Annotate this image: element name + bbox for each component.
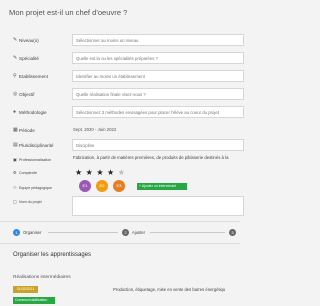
step-number-3: 3 <box>231 230 234 235</box>
star-icon[interactable]: ★ <box>118 168 129 177</box>
star-icon[interactable]: ★ <box>86 168 97 177</box>
objectif-label: Objectif <box>19 91 35 97</box>
project-description: Fabrication, à partir de matières premiè… <box>73 155 229 160</box>
star-icon[interactable]: ★ <box>75 168 86 177</box>
avatar[interactable]: E3 <box>113 180 125 192</box>
step-number-2: 2 <box>124 230 127 235</box>
page-title: Mon projet est-il un chef d'oeuvre ? <box>9 8 128 17</box>
add-member-label: Ajouter un intervenant <box>141 184 177 188</box>
specialite-label: Spécialité <box>19 55 39 61</box>
professionnalisation-label: Professionnalisation <box>19 157 52 162</box>
complexite-label-row: ⚙ Complexité <box>13 170 37 175</box>
step-circle-2[interactable]: 2 <box>122 229 129 236</box>
section-heading: Organiser les apprentissages <box>13 252 92 258</box>
professionnalisation-label-row: ▣ Professionnalisation <box>13 157 51 162</box>
etablissement-label: Etablissement <box>19 73 48 79</box>
step-connector <box>48 232 118 233</box>
specialite-input[interactable]: Quelle est la ou les spécialités préparé… <box>72 52 244 64</box>
step-circle-3[interactable]: 3 <box>229 229 236 236</box>
project-name-input[interactable] <box>72 196 244 216</box>
methodologie-select[interactable]: Sélectionnez 3 méthodes envisagées pour … <box>72 106 244 118</box>
periode-row: ▦ Période Sept. 2020 - Juin 2022 <box>0 124 240 138</box>
competence-badge[interactable]: Communicabilisation <box>13 297 55 304</box>
niveau-label: Niveau(x) <box>19 37 39 43</box>
add-member-button[interactable]: + Ajouter un intervenant <box>137 183 187 190</box>
nom-projet-label: Nom du projet <box>19 199 42 204</box>
complexite-label: Complexité <box>19 170 37 175</box>
date-badge[interactable]: 01/03/2021 <box>13 286 38 293</box>
step-circle-1[interactable]: 1 <box>13 229 20 236</box>
divider <box>0 221 240 222</box>
equipe-label: Equipe pédagogique <box>19 185 52 190</box>
divider <box>0 243 240 244</box>
specialite-row: ✎ Spécialité Quelle est la ou les spécial… <box>0 52 244 66</box>
stepper: 1 Organiser 2 Ajuster 3 <box>0 226 240 240</box>
pluridisciplinarite-label: Pluridisciplinarité <box>19 142 54 148</box>
nom-projet-label-row: ▢ Nom du projet <box>13 199 42 204</box>
methodologie-row: ● Méthodologie Sélectionnez 3 méthodes en… <box>0 106 244 120</box>
step-number-1: 1 <box>15 230 18 235</box>
methodologie-label: Méthodologie <box>19 109 47 115</box>
equipe-label-row: ⚇ Equipe pédagogique <box>13 185 52 190</box>
niveau-row: ✎ Niveau(x) Sélectionner au moins un nive… <box>0 34 244 48</box>
etablissement-row: ⚲ Etablissement Identifier au moins un ét… <box>0 70 244 84</box>
periode-label: Période <box>19 127 35 133</box>
avatar[interactable]: E2 <box>96 180 108 192</box>
subsection-heading: Réalisations intermédiaires <box>13 275 71 280</box>
task-description: Production, étiquetage, mise en vente de… <box>113 287 226 292</box>
pluridisciplinarite-row: ▤ Pluridisciplinarité Discipline <box>0 139 244 153</box>
avatar[interactable]: E1 <box>79 180 91 192</box>
star-icon[interactable]: ★ <box>96 168 107 177</box>
etablissement-input[interactable]: Identifier au moins un établissement <box>72 70 244 82</box>
objectif-row: ◎ Objectif Quelle réalisation finale vise… <box>0 88 244 102</box>
step-connector <box>150 232 225 233</box>
star-icon[interactable]: ★ <box>107 168 118 177</box>
step-label-2[interactable]: Ajuster <box>132 230 145 235</box>
complexity-rating[interactable]: ★★★★★ <box>75 168 128 177</box>
discipline-select[interactable]: Discipline <box>72 139 244 151</box>
niveau-select[interactable]: Sélectionner au moins un niveau <box>72 34 244 46</box>
objectif-input[interactable]: Quelle réalisation finale visez-vous ? <box>72 88 244 100</box>
periode-value[interactable]: Sept. 2020 - Juin 2022 <box>73 127 116 132</box>
step-label-1[interactable]: Organiser <box>23 230 41 235</box>
